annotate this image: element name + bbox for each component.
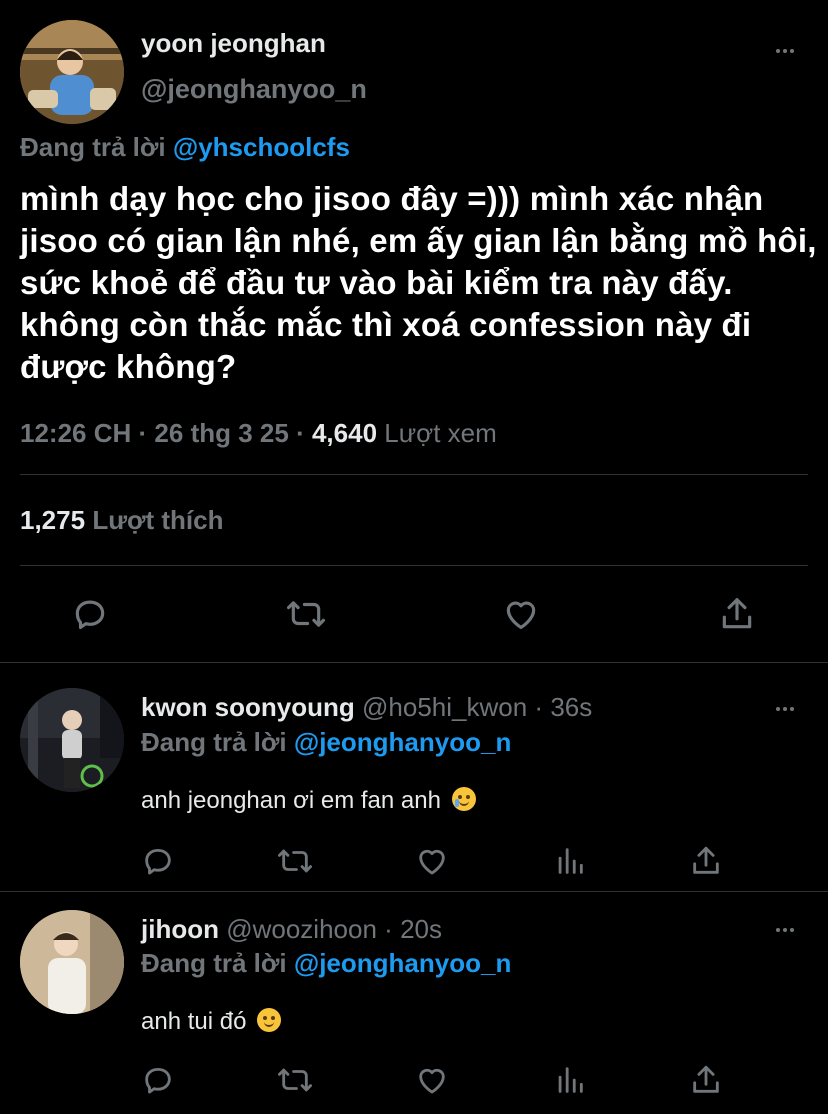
reply-icon[interactable] (140, 1062, 176, 1098)
reply-author-handle[interactable]: @ho5hi_kwon (362, 692, 527, 722)
replying-prefix: Đang trả lời (20, 132, 166, 162)
reply-time[interactable]: 36s (550, 692, 592, 722)
like-icon[interactable] (500, 594, 542, 634)
retweet-icon[interactable] (276, 843, 314, 879)
tweet-date[interactable]: 26 thg 3 25 (154, 418, 288, 448)
replying-to: Đang trả lời @yhschoolcfs (20, 132, 350, 163)
stats-icon[interactable] (552, 843, 588, 879)
author-name[interactable]: yoon jeonghan (141, 28, 326, 59)
replying-to: Đang trả lời @jeonghanyoo_n (141, 727, 511, 758)
reply-text: anh tui đó (141, 1008, 247, 1035)
replying-to-mention[interactable]: @jeonghanyoo_n (294, 727, 511, 757)
reply-tweet[interactable]: kwon soonyoung @ho5hi_kwon · 36s Đang tr… (0, 663, 828, 891)
tweet-meta: 12:26 CH · 26 thg 3 25 · 4,640 Lượt xem (20, 418, 497, 449)
reply-text-line: anh tui đó (141, 1008, 282, 1036)
share-icon[interactable] (688, 1062, 724, 1098)
tweet-time[interactable]: 12:26 CH (20, 418, 131, 448)
reply-author-handle[interactable]: @woozihoon (226, 914, 377, 944)
loudly-crying-face-emoji (451, 787, 476, 811)
divider (20, 474, 808, 475)
replying-to-mention[interactable]: @jeonghanyoo_n (294, 948, 511, 978)
share-icon[interactable] (716, 594, 758, 634)
reply-icon[interactable] (70, 594, 110, 634)
share-icon[interactable] (688, 843, 724, 879)
views-label: Lượt xem (384, 418, 497, 448)
more-options-icon[interactable] (776, 49, 794, 53)
replying-to-mention[interactable]: @yhschoolcfs (173, 132, 350, 162)
divider (20, 565, 808, 566)
views-count: 4,640 (311, 418, 378, 448)
replying-prefix: Đang trả lời (141, 727, 287, 757)
separator: · (384, 914, 393, 944)
separator: · (138, 418, 148, 448)
author-handle[interactable]: @jeonghanyoo_n (141, 74, 367, 105)
reply-tweet[interactable]: jihoon @woozihoon · 20s Đang trả lời @je… (0, 892, 828, 1114)
likes-stat[interactable]: 1,275 Lượt thích (20, 505, 224, 536)
retweet-icon[interactable] (276, 1062, 314, 1098)
reply-author-name[interactable]: jihoon (141, 914, 219, 944)
like-icon[interactable] (414, 1062, 450, 1098)
savoring-face-emoji (257, 1008, 282, 1032)
tweet-text: mình dạy học cho jisoo đây =))) mình xác… (20, 180, 817, 385)
stats-icon[interactable] (552, 1062, 588, 1098)
replying-to: Đang trả lời @jeonghanyoo_n (141, 948, 511, 979)
reply-icon[interactable] (140, 843, 176, 879)
reply-header: kwon soonyoung @ho5hi_kwon · 36s (141, 692, 592, 723)
reply-header: jihoon @woozihoon · 20s (141, 914, 442, 945)
more-options-icon[interactable] (776, 928, 794, 932)
reply-author-avatar[interactable] (20, 910, 124, 1014)
more-options-icon[interactable] (776, 707, 794, 711)
like-icon[interactable] (414, 843, 450, 879)
retweet-icon[interactable] (285, 594, 327, 634)
main-tweet: yoon jeonghan @jeonghanyoo_n Đang trả lờ… (0, 0, 828, 662)
reply-author-name[interactable]: kwon soonyoung (141, 692, 355, 722)
reply-time[interactable]: 20s (400, 914, 442, 944)
reply-text-line: anh jeonghan ơi em fan anh (141, 787, 476, 815)
likes-label: Lượt thích (92, 505, 224, 535)
reply-text: anh jeonghan ơi em fan anh (141, 787, 441, 814)
separator: · (534, 692, 544, 722)
replying-prefix: Đang trả lời (141, 948, 287, 978)
separator: · (296, 418, 305, 448)
author-avatar[interactable] (20, 20, 124, 124)
reply-author-avatar[interactable] (20, 688, 124, 792)
likes-count: 1,275 (20, 505, 86, 535)
